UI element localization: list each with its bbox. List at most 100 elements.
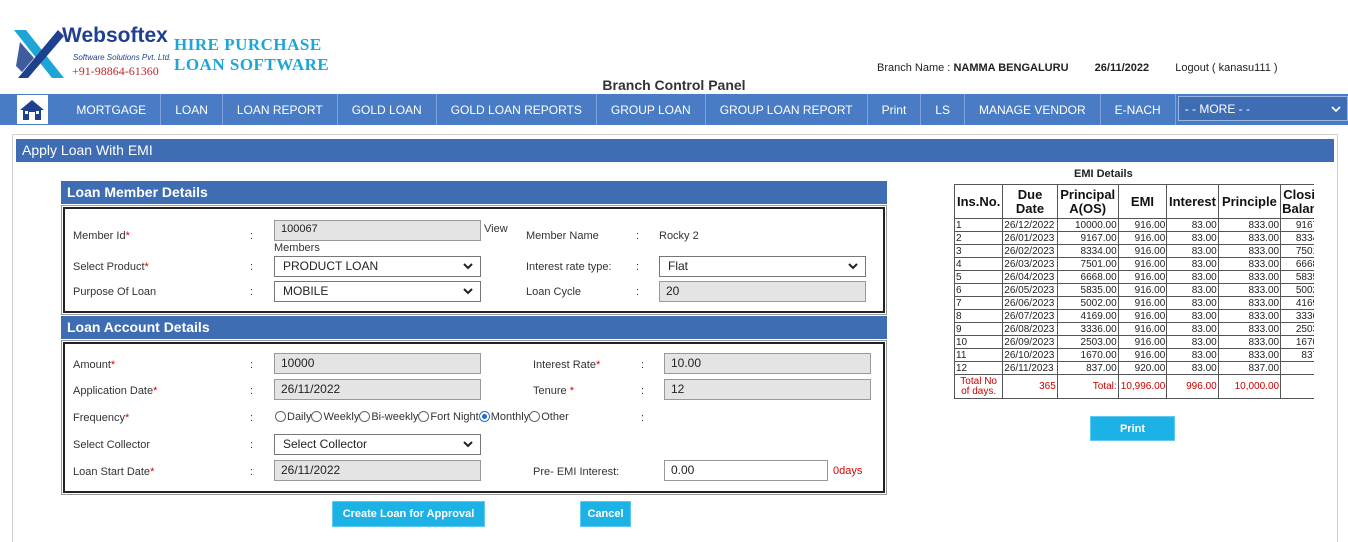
loan-cycle-label: Loan Cycle — [526, 286, 582, 298]
emi-cell-closing-balance: 9167.00 — [1280, 218, 1314, 232]
brand-name: Websoftex — [62, 24, 168, 47]
page-title: Apply Loan With EMI — [16, 139, 1334, 162]
emi-cell-closing-balance: 3336.00 — [1280, 309, 1314, 323]
emi-total-principle: 10,000.00 — [1217, 374, 1282, 399]
emi-cell-emi: 916.00 — [1117, 322, 1168, 336]
members-link[interactable]: Members — [274, 242, 320, 254]
nav-group-loan[interactable]: GROUP LOAN — [597, 94, 706, 125]
emi-table: Ins.No. Due Date Principal A(OS) EMI Int… — [954, 184, 1314, 399]
emi-cell-principal-os: 837.00 — [1056, 361, 1119, 375]
emi-cell-principle: 833.00 — [1217, 296, 1282, 310]
chevron-down-icon — [463, 263, 473, 270]
tenure-input[interactable]: 12 — [664, 379, 871, 400]
rate-type-select[interactable]: Flat — [659, 256, 866, 277]
emi-cell-emi: 916.00 — [1117, 296, 1168, 310]
header-info: Branch Name : NAMMA BENGALURU 26/11/2022… — [877, 62, 1278, 74]
radio-icon — [275, 411, 286, 422]
emi-details-title: EMI Details — [1074, 168, 1133, 180]
frequency-radio-group: Daily Weekly Bi-weekly Fort Night Monthly Oth… — [275, 411, 569, 423]
nav-loan-report[interactable]: LOAN REPORT — [223, 94, 338, 125]
emi-cell-principal-os: 4169.00 — [1056, 309, 1119, 323]
emi-table-row: 826/07/20234169.00916.0083.00833.003336.… — [954, 309, 1314, 323]
application-date-input[interactable]: 26/11/2022 — [274, 379, 481, 400]
emi-cell-ins-no: 8 — [954, 309, 1004, 323]
pre-emi-input[interactable]: 0.00 — [664, 460, 828, 481]
emi-cell-due-date: 26/03/2023 — [1002, 257, 1058, 271]
emi-cell-principal-os: 8334.00 — [1056, 244, 1119, 258]
frequency-weekly[interactable]: Weekly — [311, 411, 359, 423]
emi-cell-due-date: 26/10/2023 — [1002, 348, 1058, 362]
frequency-bi-weekly[interactable]: Bi-weekly — [359, 411, 418, 423]
chevron-down-icon — [463, 288, 473, 295]
emi-cell-principal-os: 1670.00 — [1056, 348, 1119, 362]
emi-cell-emi: 916.00 — [1117, 348, 1168, 362]
member-section-title: Loan Member Details — [61, 181, 887, 204]
emi-cell-emi: 916.00 — [1117, 218, 1168, 232]
emi-cell-interest: 83.00 — [1166, 231, 1219, 245]
view-link[interactable]: View — [484, 223, 508, 235]
emi-cell-interest: 83.00 — [1166, 361, 1219, 375]
emi-cell-interest: 83.00 — [1166, 322, 1219, 336]
emi-cell-principal-os: 6668.00 — [1056, 270, 1119, 284]
emi-cell-emi: 916.00 — [1117, 270, 1168, 284]
create-loan-button[interactable]: Create Loan for Approval — [332, 501, 485, 527]
emi-cell-principle: 833.00 — [1217, 309, 1282, 323]
brand-subtitle: Software Solutions Pvt. Ltd. — [73, 53, 172, 62]
emi-cell-interest: 83.00 — [1166, 270, 1219, 284]
emi-cell-closing-balance: 6668.00 — [1280, 257, 1314, 271]
emi-cell-due-date: 26/05/2023 — [1002, 283, 1058, 297]
member-name-label: Member Name — [526, 230, 599, 242]
nav-e-nach[interactable]: E-NACH — [1101, 94, 1176, 125]
nav-manage-vendor[interactable]: MANAGE VENDOR — [965, 94, 1101, 125]
nav-print[interactable]: Print — [868, 94, 922, 125]
pre-emi-days: 0days — [833, 465, 863, 477]
emi-col-interest: Interest — [1166, 184, 1219, 219]
emi-cell-emi: 916.00 — [1117, 283, 1168, 297]
emi-table-row: 126/12/202210000.00916.0083.00833.009167… — [954, 218, 1314, 232]
collector-select[interactable]: Select Collector — [274, 434, 481, 455]
nav-gold-loan[interactable]: GOLD LOAN — [338, 94, 437, 125]
emi-header-row: Ins.No. Due Date Principal A(OS) EMI Int… — [954, 184, 1314, 219]
purpose-select[interactable]: MOBILE — [274, 281, 481, 302]
emi-cell-ins-no: 1 — [954, 218, 1004, 232]
emi-cell-closing-balance: 5002.00 — [1280, 283, 1314, 297]
nav-loan[interactable]: LOAN — [161, 94, 223, 125]
frequency-fort-night[interactable]: Fort Night — [418, 411, 479, 423]
emi-cell-ins-no: 11 — [954, 348, 1004, 362]
emi-cell-emi: 916.00 — [1117, 231, 1168, 245]
emi-table-row: 326/02/20238334.00916.0083.00833.007501.… — [954, 244, 1314, 258]
nav-gold-loan-reports[interactable]: GOLD LOAN REPORTS — [437, 94, 597, 125]
frequency-monthly[interactable]: Monthly — [478, 411, 529, 423]
emi-col-ins-no: Ins.No. — [954, 184, 1004, 219]
member-name-value: Rocky 2 — [659, 230, 699, 242]
nav-more-select[interactable]: - - MORE - - — [1177, 96, 1348, 121]
emi-cell-principal-os: 7501.00 — [1056, 257, 1119, 271]
emi-cell-ins-no: 12 — [954, 361, 1004, 375]
frequency-other[interactable]: Other — [529, 411, 569, 423]
amount-input[interactable]: 10000 — [274, 353, 481, 374]
emi-cell-principal-os: 5835.00 — [1056, 283, 1119, 297]
print-button[interactable]: Print — [1090, 416, 1175, 441]
cancel-button[interactable]: Cancel — [580, 501, 631, 527]
emi-table-row: 12 26/11/2023 837.00 920.00 83.00 837.00 — [954, 361, 1314, 375]
nav-ls[interactable]: LS — [921, 94, 965, 125]
nav-group-loan-report[interactable]: GROUP LOAN REPORT — [706, 94, 868, 125]
emi-cell-principle: 833.00 — [1217, 348, 1282, 362]
logout-link[interactable]: Logout ( kanasu111 ) — [1175, 62, 1277, 74]
radio-icon — [418, 411, 430, 422]
emi-table-row: 726/06/20235002.00916.0083.00833.004169.… — [954, 296, 1314, 310]
home-button[interactable] — [16, 94, 49, 125]
emi-cell-closing-balance: 2503.00 — [1280, 322, 1314, 336]
loan-start-date-input[interactable]: 26/11/2022 — [274, 460, 481, 481]
emi-cell-principle: 833.00 — [1217, 244, 1282, 258]
interest-rate-input[interactable]: 10.00 — [664, 353, 871, 374]
emi-cell-closing-balance: 8334.00 — [1280, 231, 1314, 245]
nav-mortgage[interactable]: MORTGAGE — [62, 94, 162, 125]
loan-cycle-input[interactable]: 20 — [659, 281, 866, 302]
emi-total-days-label: Total No of days. — [954, 374, 1004, 399]
product-select[interactable]: PRODUCT LOAN — [274, 256, 481, 277]
emi-cell-due-date: 26/04/2023 — [1002, 270, 1058, 284]
member-id-input[interactable]: 100067 — [274, 220, 481, 241]
frequency-daily[interactable]: Daily — [275, 411, 311, 423]
emi-cell-emi: 916.00 — [1117, 244, 1168, 258]
